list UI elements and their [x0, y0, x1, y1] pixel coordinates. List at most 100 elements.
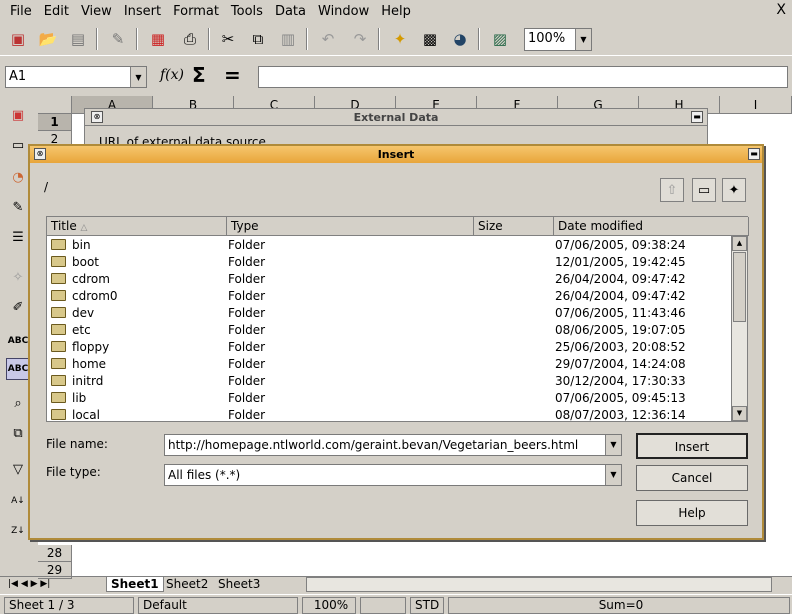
chevron-down-icon[interactable]: ▼: [605, 465, 621, 485]
navigator-icon[interactable]: ✦: [388, 27, 412, 51]
close-document-icon[interactable]: X: [776, 2, 786, 18]
find-icon[interactable]: ⌕: [6, 392, 30, 414]
insert-cell-icon[interactable]: ▭: [6, 134, 30, 156]
menu-tools[interactable]: Tools: [225, 4, 269, 19]
menu-file[interactable]: File: [4, 4, 38, 19]
horizontal-scrollbar[interactable]: [306, 577, 772, 592]
tab-nav-arrows[interactable]: |◀ ◀ ▶ ▶|: [4, 577, 54, 592]
menu-format[interactable]: Format: [167, 4, 225, 19]
zoom-combobox[interactable]: 100% ▼: [524, 28, 592, 51]
cut-icon[interactable]: ✂: [216, 27, 240, 51]
menu-view[interactable]: View: [75, 4, 118, 19]
status-zoom[interactable]: 100%: [302, 597, 356, 614]
list-item[interactable]: bin Folder 07/06/2005, 09:38:24: [47, 237, 731, 254]
file-type-select[interactable]: All files (*.*) ▼: [164, 464, 622, 486]
function-wizard-icon[interactable]: f(x): [160, 67, 184, 83]
list-item[interactable]: dev Folder 07/06/2005, 11:43:46: [47, 305, 731, 322]
minimize-icon[interactable]: ▬: [748, 148, 760, 160]
scroll-up-icon[interactable]: ▲: [732, 236, 747, 251]
edit-icon[interactable]: ✐: [6, 296, 30, 318]
name-box[interactable]: A1 ▼: [5, 66, 147, 88]
gallery-icon[interactable]: ◕: [448, 27, 472, 51]
redo-icon[interactable]: ↷: [348, 27, 372, 51]
list-item[interactable]: initrd Folder 30/12/2004, 17:30:33: [47, 373, 731, 390]
insert-icon[interactable]: ▣: [6, 104, 30, 126]
sort-ascending-icon[interactable]: A↓: [6, 490, 30, 512]
spellcheck-icon[interactable]: ABC: [6, 330, 30, 352]
list-item[interactable]: cdrom Folder 26/04/2004, 09:47:42: [47, 271, 731, 288]
equals-icon[interactable]: =: [224, 63, 241, 87]
up-folder-icon[interactable]: ⇧: [660, 178, 684, 202]
close-icon[interactable]: ⊗: [34, 148, 46, 160]
draw-icon[interactable]: ✎: [6, 196, 30, 218]
chevron-down-icon[interactable]: ▼: [575, 29, 591, 50]
list-item[interactable]: boot Folder 12/01/2005, 19:42:45: [47, 254, 731, 271]
tab-sheet3[interactable]: Sheet3: [214, 577, 264, 592]
column-title[interactable]: Title △: [47, 217, 227, 236]
menu-window[interactable]: Window: [312, 4, 375, 19]
list-item[interactable]: local Folder 08/07/2003, 12:36:14: [47, 407, 731, 424]
list-item[interactable]: home Folder 29/07/2004, 14:24:08: [47, 356, 731, 373]
menu-help[interactable]: Help: [375, 4, 417, 19]
status-mode[interactable]: STD: [410, 597, 444, 614]
menu-edit[interactable]: Edit: [38, 4, 75, 19]
datasource-icon[interactable]: ⧉: [6, 422, 30, 444]
print-icon[interactable]: ⎙: [178, 27, 202, 51]
chevron-down-icon[interactable]: ▼: [130, 67, 146, 87]
file-type: Folder: [228, 323, 266, 337]
file-type: Folder: [228, 357, 266, 371]
column-date[interactable]: Date modified: [554, 217, 749, 236]
insert-button[interactable]: Insert: [636, 433, 748, 459]
file-list[interactable]: Title △ Type Size Date modified bin Folde…: [46, 216, 749, 424]
insert-picture-icon[interactable]: ▨: [488, 27, 512, 51]
chart-icon[interactable]: ◔: [6, 166, 30, 188]
vertical-scrollbar[interactable]: ▲ ▼: [731, 236, 747, 421]
undo-icon[interactable]: ↶: [316, 27, 340, 51]
stylist-icon[interactable]: ▩: [418, 27, 442, 51]
new-folder-icon[interactable]: ▭: [692, 178, 716, 202]
file-type: Folder: [228, 255, 266, 269]
list-item[interactable]: floppy Folder 25/06/2003, 20:08:52: [47, 339, 731, 356]
default-directory-icon[interactable]: ✦: [722, 178, 746, 202]
external-data-title: External Data: [85, 109, 707, 126]
export-pdf-icon[interactable]: ▦: [146, 27, 170, 51]
sum-icon[interactable]: Σ: [192, 63, 206, 87]
copy-icon[interactable]: ⧉: [246, 27, 270, 51]
cancel-button[interactable]: Cancel: [636, 465, 748, 491]
paste-icon[interactable]: ▥: [276, 27, 300, 51]
tab-sheet2[interactable]: Sheet2: [162, 577, 212, 592]
open-folder-icon[interactable]: 📂: [36, 27, 60, 51]
edit-file-icon[interactable]: ✎: [106, 27, 130, 51]
help-button[interactable]: Help: [636, 500, 748, 526]
column-size[interactable]: Size: [474, 217, 554, 236]
new-document-icon[interactable]: ▣: [6, 27, 30, 51]
formula-input[interactable]: [258, 66, 788, 88]
save-icon[interactable]: ▤: [66, 27, 90, 51]
chevron-down-icon[interactable]: ▼: [605, 435, 621, 455]
corner-header[interactable]: [38, 96, 72, 114]
file-name-input[interactable]: http://homepage.ntlworld.com/geraint.bev…: [164, 434, 622, 456]
menu-insert[interactable]: Insert: [118, 4, 167, 19]
list-item[interactable]: lib Folder 07/06/2005, 09:45:13: [47, 390, 731, 407]
list-item[interactable]: cdrom0 Folder 26/04/2004, 09:47:42: [47, 288, 731, 305]
filter-icon[interactable]: ▽: [6, 458, 30, 480]
file-type: Folder: [228, 238, 266, 252]
autospellcheck-icon[interactable]: ABC: [6, 358, 30, 380]
row-header[interactable]: 1: [38, 114, 72, 131]
minimize-icon[interactable]: ▬: [691, 111, 703, 123]
autoformat-icon[interactable]: ✧: [6, 266, 30, 288]
column-type[interactable]: Type: [227, 217, 474, 236]
file-title: floppy: [51, 339, 109, 356]
menu-data[interactable]: Data: [269, 4, 312, 19]
tab-sheet1[interactable]: Sheet1: [106, 577, 164, 592]
file-date: 08/06/2005, 19:07:05: [555, 323, 686, 337]
column-header[interactable]: I: [720, 96, 792, 114]
close-icon[interactable]: ⊗: [91, 111, 103, 123]
list-item[interactable]: etc Folder 08/06/2005, 19:07:05: [47, 322, 731, 339]
form-icon[interactable]: ☰: [6, 226, 30, 248]
scroll-thumb[interactable]: [733, 252, 746, 322]
scroll-down-icon[interactable]: ▼: [732, 406, 747, 421]
status-page-style[interactable]: Default: [138, 597, 298, 614]
sort-descending-icon[interactable]: Z↓: [6, 520, 30, 542]
row-header[interactable]: 28: [38, 545, 72, 562]
